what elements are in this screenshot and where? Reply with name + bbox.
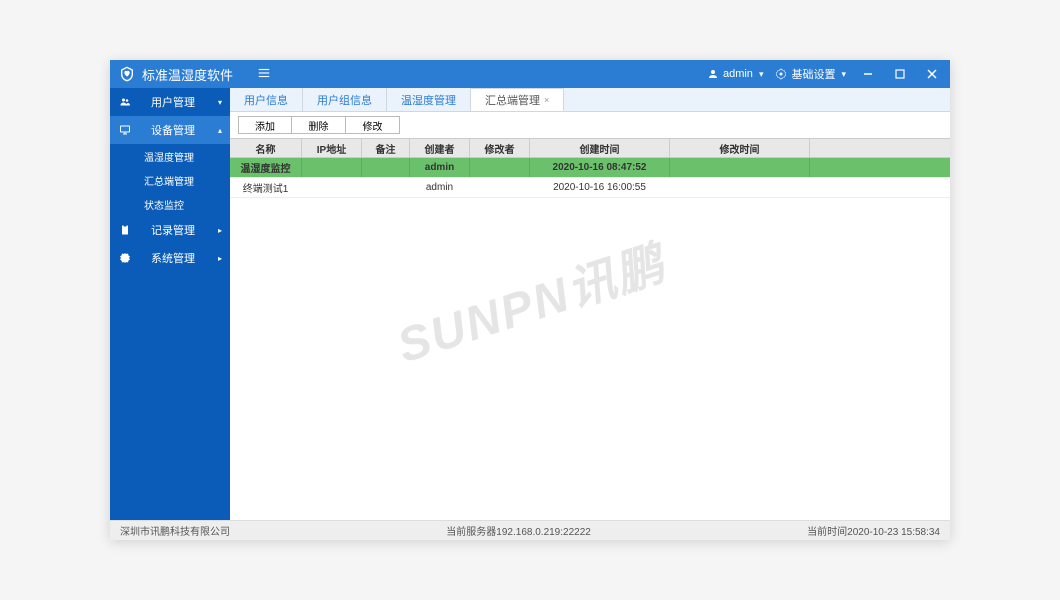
status-bar: 深圳市讯鹏科技有限公司 当前服务器192.168.0.219:22222 当前时… <box>110 520 950 540</box>
tab-close-icon[interactable]: × <box>544 95 549 105</box>
main-content: 用户信息 用户组信息 温湿度管理 汇总端管理 × 添加 删除 修改 名称 IP地址… <box>230 88 950 520</box>
cell-modifier <box>470 158 530 177</box>
table-row[interactable]: 终端测试1 admin 2020-10-16 16:00:55 <box>230 178 950 198</box>
sidebar-item-label: 记录管理 <box>128 222 218 238</box>
cell-creator: admin <box>410 158 470 177</box>
cell-name: 温湿度监控 <box>230 158 302 177</box>
user-label: admin <box>723 68 753 80</box>
sidebar-item-system-mgmt[interactable]: 系统管理 ▸ <box>110 244 230 272</box>
sidebar-item-device-mgmt[interactable]: 设备管理 ▴ <box>110 116 230 144</box>
sidebar-item-label: 用户管理 <box>128 94 218 110</box>
tab-label: 用户组信息 <box>317 92 372 108</box>
time-info: 当前时间2020-10-23 15:58:34 <box>807 523 940 538</box>
app-logo-icon <box>118 65 136 83</box>
minimize-button[interactable] <box>858 64 878 84</box>
add-button[interactable]: 添加 <box>238 116 292 134</box>
col-header-remark[interactable]: 备注 <box>362 139 410 157</box>
sidebar-subitem-summary[interactable]: 汇总端管理 <box>110 168 230 192</box>
close-button[interactable] <box>922 64 942 84</box>
toolbar: 添加 删除 修改 <box>230 112 950 138</box>
cell-ctime: 2020-10-16 16:00:55 <box>530 178 670 197</box>
col-header-ctime[interactable]: 创建时间 <box>530 139 670 157</box>
app-window: 标准温湿度软件 admin ▾ 基础设置 ▾ <box>110 60 950 540</box>
col-header-modifier[interactable]: 修改者 <box>470 139 530 157</box>
table-row[interactable]: 温湿度监控 admin 2020-10-16 08:47:52 <box>230 158 950 178</box>
cell-mtime <box>670 158 810 177</box>
tab-bar: 用户信息 用户组信息 温湿度管理 汇总端管理 × <box>230 88 950 112</box>
tab-temp-humidity[interactable]: 温湿度管理 <box>387 88 471 111</box>
sidebar-subitem-status[interactable]: 状态监控 <box>110 192 230 216</box>
user-menu[interactable]: admin ▾ <box>707 68 764 80</box>
cell-remark <box>362 178 410 197</box>
hamburger-menu-icon[interactable] <box>257 66 271 83</box>
chevron-down-icon: ▾ <box>218 98 222 107</box>
cell-ctime: 2020-10-16 08:47:52 <box>530 158 670 177</box>
sidebar: 用户管理 ▾ 设备管理 ▴ 温湿度管理 汇总端管理 状态监控 记录管理 ▸ <box>110 88 230 520</box>
table-header: 名称 IP地址 备注 创建者 修改者 创建时间 修改时间 <box>230 138 950 158</box>
chevron-right-icon: ▸ <box>218 254 222 263</box>
company-label: 深圳市讯鹏科技有限公司 <box>120 523 230 538</box>
cell-ip <box>302 178 362 197</box>
header-bar: 标准温湿度软件 admin ▾ 基础设置 ▾ <box>110 60 950 88</box>
sidebar-item-label: 状态监控 <box>144 197 184 212</box>
sidebar-item-label: 温湿度管理 <box>144 149 194 164</box>
cell-ip <box>302 158 362 177</box>
settings-menu[interactable]: 基础设置 ▾ <box>775 66 846 82</box>
tab-label: 温湿度管理 <box>401 92 456 108</box>
sidebar-item-label: 设备管理 <box>128 122 218 138</box>
sidebar-subitem-temp-humidity[interactable]: 温湿度管理 <box>110 144 230 168</box>
cell-name: 终端测试1 <box>230 178 302 197</box>
tab-summary[interactable]: 汇总端管理 × <box>471 88 564 111</box>
chevron-up-icon: ▴ <box>218 126 222 135</box>
data-table: 名称 IP地址 备注 创建者 修改者 创建时间 修改时间 温湿度监控 admin… <box>230 138 950 198</box>
col-header-ip[interactable]: IP地址 <box>302 139 362 157</box>
settings-label: 基础设置 <box>791 66 835 82</box>
col-header-name[interactable]: 名称 <box>230 139 302 157</box>
cell-creator: admin <box>410 178 470 197</box>
chevron-right-icon: ▸ <box>218 226 222 235</box>
sidebar-item-record-mgmt[interactable]: 记录管理 ▸ <box>110 216 230 244</box>
server-info: 当前服务器192.168.0.219:22222 <box>230 523 807 538</box>
tab-label: 汇总端管理 <box>485 92 540 108</box>
app-title: 标准温湿度软件 <box>142 65 233 84</box>
watermark: SUNPN讯鹏 <box>387 224 673 376</box>
sidebar-item-label: 系统管理 <box>128 250 218 266</box>
tab-user-info[interactable]: 用户信息 <box>230 88 303 111</box>
sidebar-item-user-mgmt[interactable]: 用户管理 ▾ <box>110 88 230 116</box>
cell-modifier <box>470 178 530 197</box>
col-header-creator[interactable]: 创建者 <box>410 139 470 157</box>
chevron-down-icon: ▾ <box>759 69 764 80</box>
cell-mtime <box>670 178 810 197</box>
delete-button[interactable]: 删除 <box>292 116 346 134</box>
modify-button[interactable]: 修改 <box>346 116 400 134</box>
chevron-down-icon: ▾ <box>841 69 846 80</box>
cell-remark <box>362 158 410 177</box>
tab-usergroup-info[interactable]: 用户组信息 <box>303 88 387 111</box>
col-header-mtime[interactable]: 修改时间 <box>670 139 810 157</box>
sidebar-item-label: 汇总端管理 <box>144 173 194 188</box>
tab-label: 用户信息 <box>244 92 288 108</box>
maximize-button[interactable] <box>890 64 910 84</box>
